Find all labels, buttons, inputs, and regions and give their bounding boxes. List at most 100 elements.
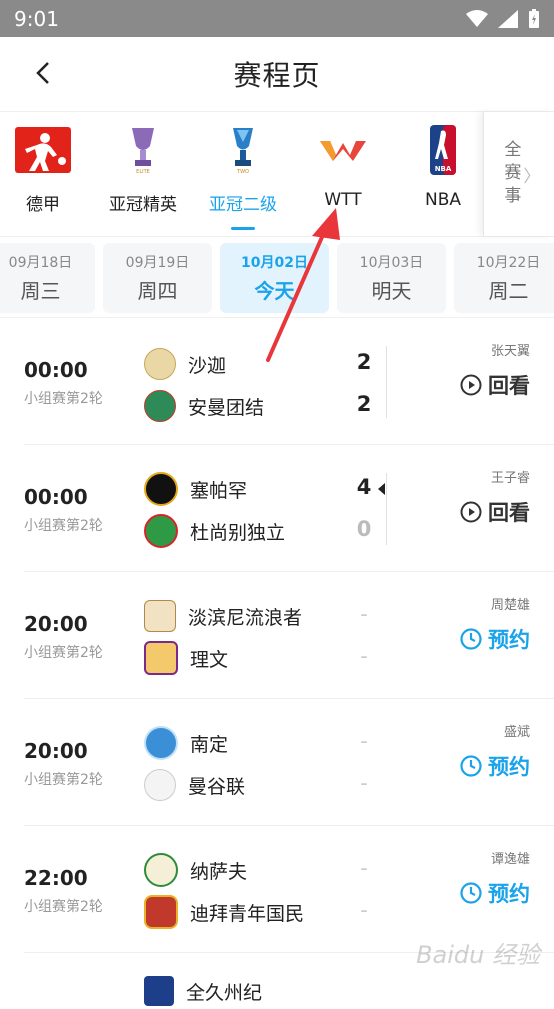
chevron-right-icon: 〉 [523,166,541,187]
status-time: 9:01 [14,6,59,31]
replay-button[interactable]: 回看 [460,497,530,527]
weekday-label: 周四 [137,279,178,303]
match-row[interactable]: 20:00 小组赛第2轮 南定 曼谷联 - - 盛斌 预约 [24,699,554,826]
team-badge-icon [144,853,178,887]
league-tab-wtt[interactable]: WTT [293,112,393,236]
league-tab-afc-elite[interactable]: ELITE 亚冠精英 [93,112,193,236]
date-tab[interactable]: 09月19日 周四 [103,243,212,313]
winner-marker-icon [378,483,385,495]
date-label: 10月22日 [476,255,541,271]
league-tab-nba[interactable]: NBA NBA [393,112,493,236]
match-time: 22:00 [24,866,88,890]
match-round: 小组赛第2轮 [24,518,103,534]
commentator-name: 周楚雄 [490,598,530,613]
home-score: - [360,602,368,626]
svg-text:TWO: TWO [236,169,249,174]
active-tab-indicator [231,227,255,230]
wtt-logo-icon [315,124,371,176]
weekday-label: 周二 [488,279,529,303]
match-row[interactable]: 22:00 小组赛第2轮 纳萨夫 迪拜青年国民 - - 谭逸雄 预约 [24,826,554,953]
match-round: 小组赛第2轮 [24,391,103,407]
match-row[interactable]: 00:00 小组赛第2轮 塞帕罕 杜尚别独立 4 0 王子睿 回看 [24,445,554,572]
away-score: 2 [356,392,372,416]
wifi-icon [466,9,488,27]
away-team: 安曼团结 [144,388,264,424]
team-badge-icon [144,514,178,548]
weekday-label: 今天 [254,279,295,303]
team-name: 全久州纪 [186,981,263,1004]
match-round: 小组赛第2轮 [24,645,103,661]
home-score: 4 [356,475,372,499]
home-team: 沙迦 [144,346,226,382]
svg-text:ELITE: ELITE [136,169,150,174]
team-name: 曼谷联 [188,775,246,798]
bundesliga-logo-icon [15,124,71,176]
page-header: 赛程页 [0,37,554,112]
play-circle-icon [460,374,482,396]
team-name: 安曼团结 [188,396,265,419]
away-score: 0 [356,517,372,541]
team-badge-icon [144,600,176,632]
team-badge-icon [144,472,178,506]
team-badge-icon [144,976,174,1006]
away-team: 理文 [144,640,228,676]
league-name: 亚冠二级 [209,195,277,215]
home-team: 淡滨尼流浪者 [144,598,302,634]
league-tab-bundesliga[interactable]: 德甲 [0,112,93,236]
status-bar: 9:01 [0,0,554,37]
afc-two-trophy-icon: TWO [215,124,271,176]
match-time: 20:00 [24,612,88,636]
match-time: 20:00 [24,739,88,763]
date-label: 10月02日 [241,255,308,271]
match-round: 小组赛第2轮 [24,772,103,788]
battery-icon [529,8,539,28]
clock-icon [460,628,482,650]
date-selector: 09月18日 周三 09月19日 周四 10月02日 今天 10月03日 明天 … [0,237,554,318]
team-badge-icon [144,390,176,422]
match-row[interactable]: 00:00 小组赛第2轮 沙迦 安曼团结 2 2 张天翼 回看 [24,318,554,445]
league-tab-afc-two[interactable]: TWO 亚冠二级 [193,112,293,236]
team-name: 南定 [190,733,229,756]
team-name: 迪拜青年国民 [190,902,305,925]
clock-icon [460,882,482,904]
reserve-button[interactable]: 预约 [460,751,530,781]
match-row[interactable]: 20:00 小组赛第2轮 淡滨尼流浪者 理文 - - 周楚雄 预约 [24,572,554,699]
match-round: 小组赛第2轮 [24,899,103,915]
away-score: - [360,898,368,922]
score-divider [386,346,387,418]
page-title: 赛程页 [233,59,321,92]
home-score: 2 [356,350,372,374]
reserve-button[interactable]: 预约 [460,624,530,654]
away-team: 曼谷联 [144,767,245,803]
team-badge-icon [144,641,178,675]
match-time: 00:00 [24,485,88,509]
team-badge-icon [144,895,178,929]
team-name: 塞帕罕 [190,479,248,502]
league-name: 德甲 [26,195,60,215]
svg-text:NBA: NBA [435,165,452,173]
date-tab-today[interactable]: 10月02日 今天 [220,243,329,313]
nba-logo-icon: NBA [415,124,471,176]
watermark: Baidu 经验 [416,941,540,969]
signal-icon [498,9,518,28]
team-name: 沙迦 [188,354,227,377]
date-tab[interactable]: 10月22日 周二 [454,243,554,313]
afc-elite-trophy-icon: ELITE [115,124,171,176]
replay-button[interactable]: 回看 [460,370,530,400]
away-score: - [360,771,368,795]
commentator-name: 王子睿 [490,471,530,486]
date-tab[interactable]: 10月03日 明天 [337,243,446,313]
clock-icon [460,755,482,777]
date-tab[interactable]: 09月18日 周三 [0,243,95,313]
reserve-button[interactable]: 预约 [460,878,530,908]
date-label: 09月18日 [8,255,73,271]
all-leagues-button[interactable]: 全赛事 〉 [483,112,554,236]
away-score: - [360,644,368,668]
back-arrow-icon[interactable] [28,57,60,89]
team-badge-icon [144,726,178,760]
league-tabs: 德甲 ELITE 亚冠精英 TWO 亚冠二级 WTT NBA NBA 全赛事 〉 [0,112,554,237]
match-time: 00:00 [24,358,88,382]
home-team: 塞帕罕 [144,471,247,507]
home-team: 纳萨夫 [144,852,247,888]
action-label: 预约 [488,755,530,779]
